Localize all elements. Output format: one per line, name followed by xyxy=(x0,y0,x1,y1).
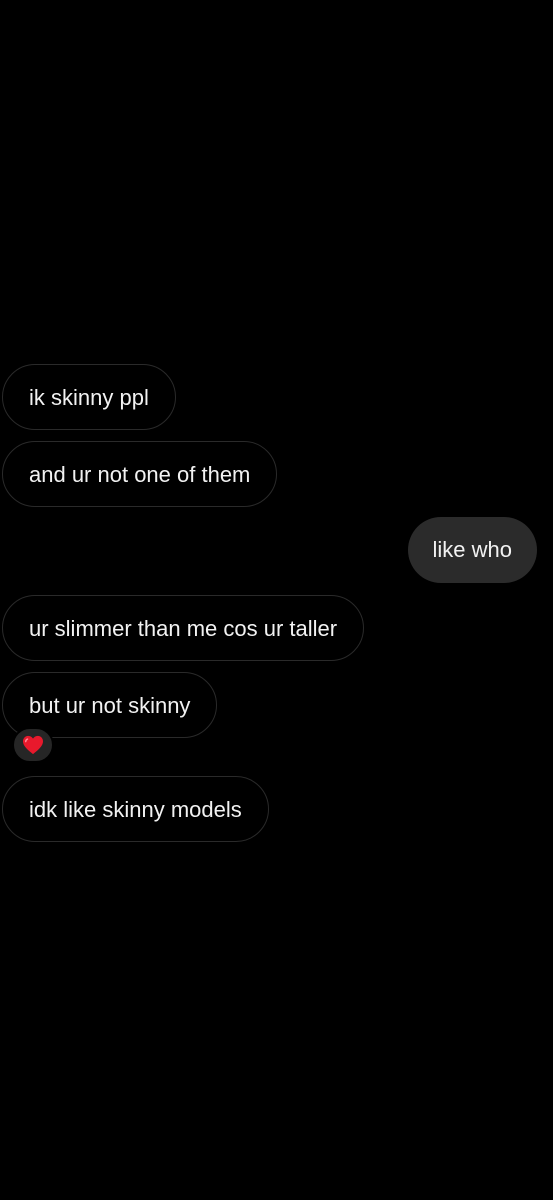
reaction-badge[interactable] xyxy=(12,727,54,763)
message-bubble-received[interactable]: and ur not one of them xyxy=(2,441,278,507)
heart-icon xyxy=(23,735,43,755)
message-thread: ik skinny ppl and ur not one of them lik… xyxy=(0,0,553,1200)
message-bubble-received[interactable]: ik skinny ppl xyxy=(2,364,176,430)
message-bubble-sent[interactable]: like who xyxy=(407,517,537,583)
message-bubble-received[interactable]: idk like skinny models xyxy=(2,776,269,842)
message-bubble-received[interactable]: ur slimmer than me cos ur taller xyxy=(2,595,365,661)
